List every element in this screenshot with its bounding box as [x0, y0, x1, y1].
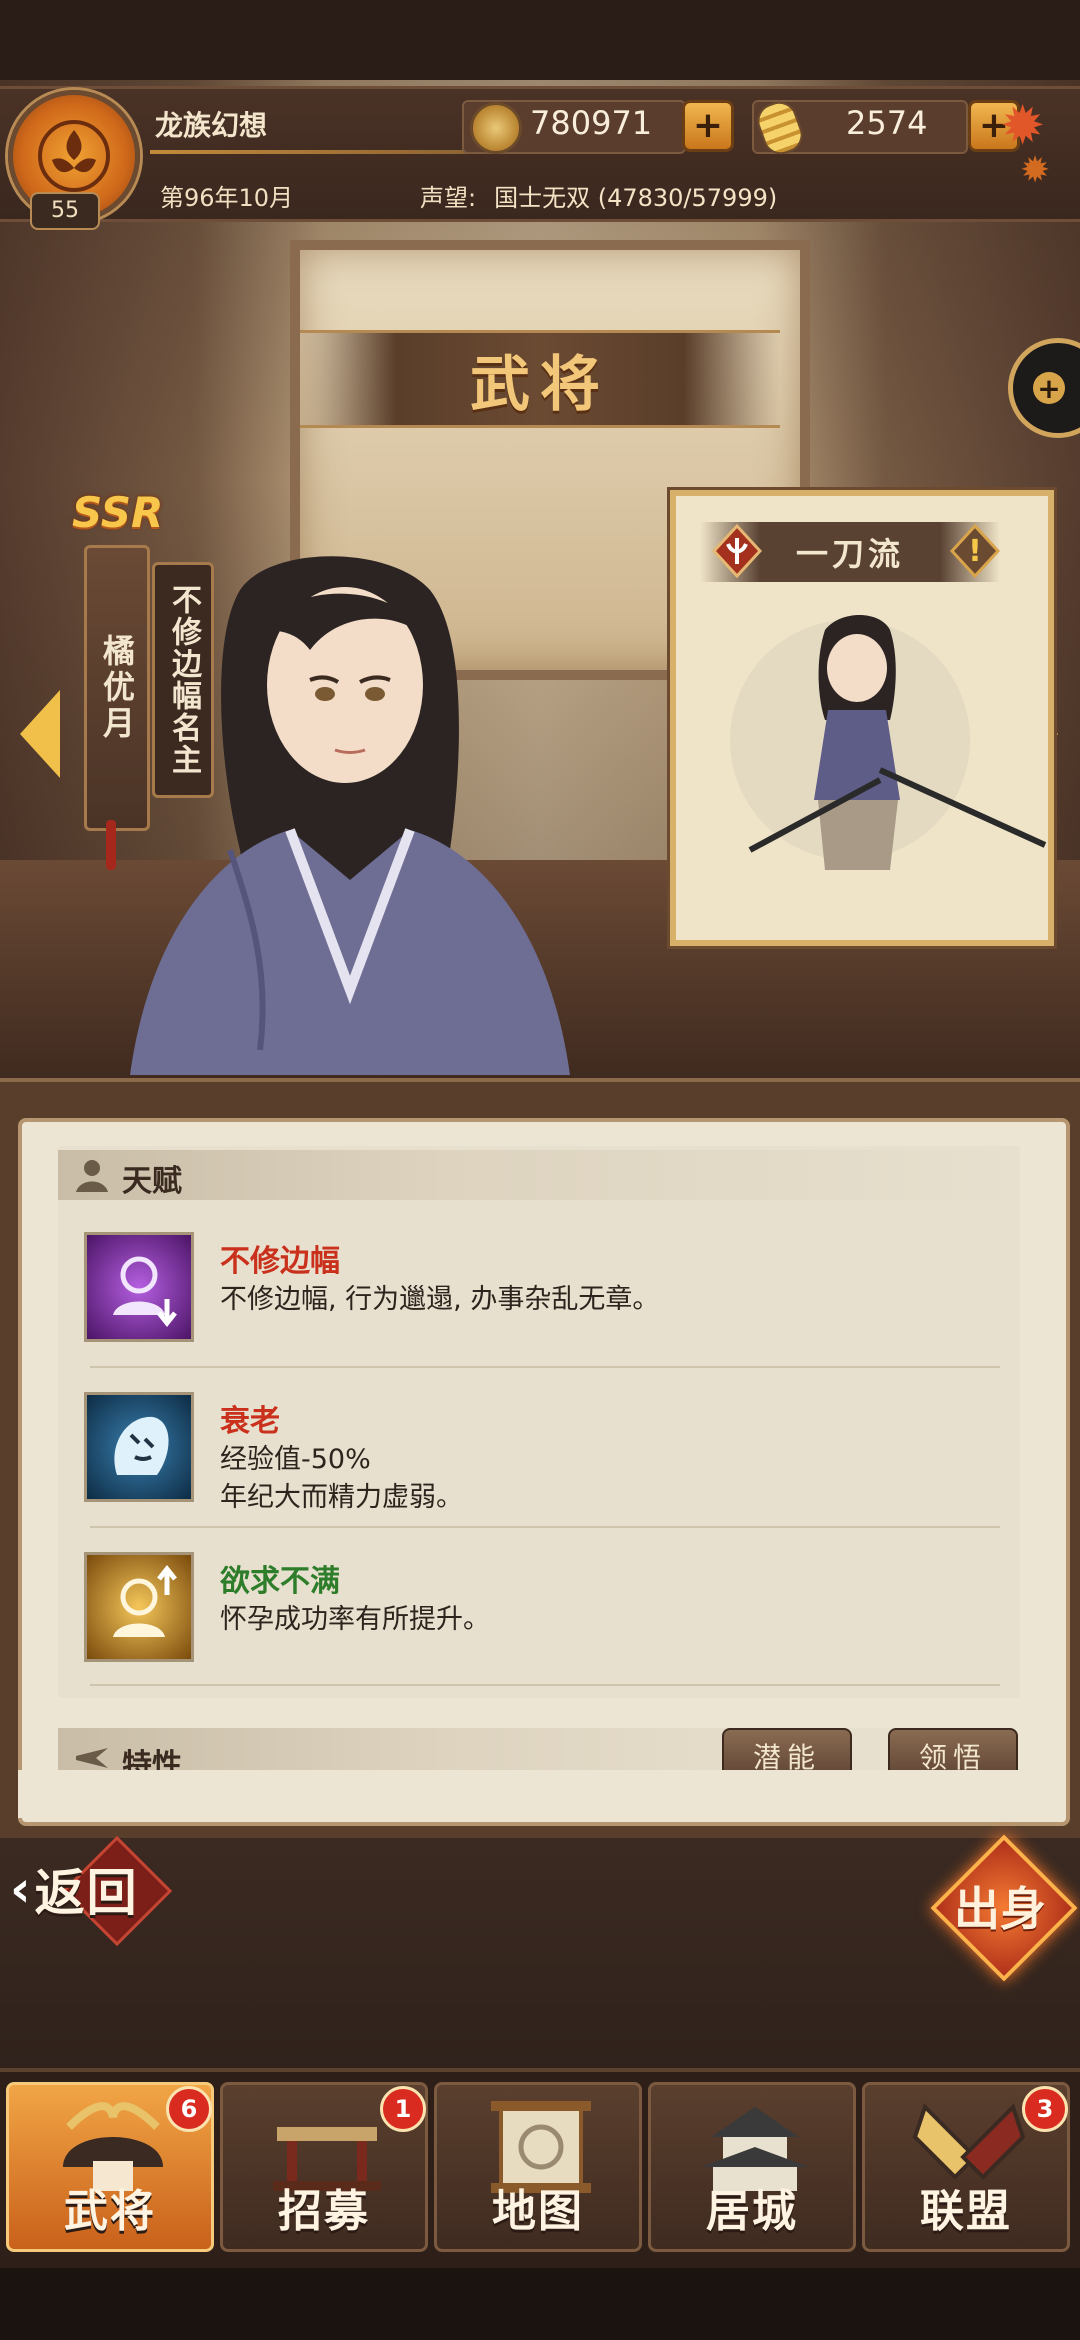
trait-name: 不修边幅 [220, 1244, 340, 1279]
nav-tab-castle[interactable]: 居城 [648, 2082, 856, 2252]
maple-leaf-small-icon: ✹ [1020, 150, 1051, 191]
trait-desc: 怀孕成功率有所提升。 [220, 1604, 490, 1635]
coin-amount: 780971 [530, 104, 653, 142]
nav-label: 武将 [64, 2186, 156, 2237]
talent-section-header [58, 1150, 1020, 1200]
nav-label: 地图 [492, 2186, 584, 2237]
prestige-label: 声望: [420, 184, 477, 212]
purple-person-down-icon[interactable] [84, 1232, 194, 1342]
divider [90, 1684, 1000, 1686]
talent-person-icon [76, 1160, 108, 1192]
player-level-badge: 55 [30, 192, 100, 230]
rarity-badge: SSR [72, 488, 164, 537]
blue-aging-face-icon[interactable] [84, 1392, 194, 1502]
top-strip [0, 0, 1080, 80]
back-button[interactable]: ‹ 返回 [10, 1835, 180, 1947]
origin-label: 出身 [954, 1882, 1046, 1936]
info-warning-icon[interactable]: ! [950, 524, 1000, 578]
origin-button[interactable]: 出身 [930, 1834, 1078, 1982]
panel-bottom-edge [18, 1770, 1062, 1818]
nav-label: 联盟 [920, 2186, 1012, 2237]
prev-character-arrow-icon[interactable] [20, 690, 60, 778]
trait-desc: 年纪大而精力虚弱。 [220, 1482, 463, 1513]
notification-badge: 6 [166, 2086, 212, 2132]
nav-label: 居城 [706, 2186, 798, 2237]
maple-leaf-icon: ✹ [1000, 94, 1046, 157]
trait-name: 衰老 [220, 1404, 280, 1439]
notification-badge: 1 [380, 2086, 426, 2132]
game-date: 第96年10月 [160, 184, 294, 212]
prestige-value: 国士无双 (47830/57999) [494, 184, 778, 212]
trait-name: 欲求不满 [220, 1564, 340, 1599]
nav-label: 招募 [278, 2186, 370, 2237]
divider [90, 1526, 1000, 1528]
player-name: 龙族幻想 [155, 109, 268, 142]
prestige-info: 声望: 国士无双 (47830/57999) [420, 178, 777, 213]
plus-icon: + [1033, 372, 1065, 405]
notification-badge: 3 [1022, 2086, 1068, 2132]
ingot-amount: 2574 [846, 104, 928, 142]
warning-mark: ! [968, 534, 982, 569]
sword-school-icon [712, 524, 762, 578]
add-coins-button[interactable]: + [682, 100, 734, 152]
chevron-left-icon: ‹ [10, 1860, 31, 1918]
character-portrait [130, 556, 570, 1075]
nav-tab-map[interactable]: 地图 [434, 2082, 642, 2252]
coin-icon [470, 102, 522, 154]
back-label: 返回 [34, 1864, 139, 1922]
divider [90, 1366, 1000, 1368]
gold-person-up-icon[interactable] [84, 1552, 194, 1662]
talent-list [58, 1146, 1020, 1698]
talent-section-title: 天赋 [122, 1164, 182, 1199]
bottom-strip [0, 2268, 1080, 2340]
trait-plane-icon [76, 1748, 108, 1768]
screen-title-banner: 武将 [300, 330, 780, 428]
school-name: 一刀流 [795, 535, 904, 573]
trait-section-header [58, 1728, 1020, 1776]
character-chibi-sprite [730, 615, 1047, 870]
trait-desc: 不修边幅, 行为邋遢, 办事杂乱无章。 [220, 1284, 660, 1315]
screen-title: 武将 [470, 349, 610, 420]
